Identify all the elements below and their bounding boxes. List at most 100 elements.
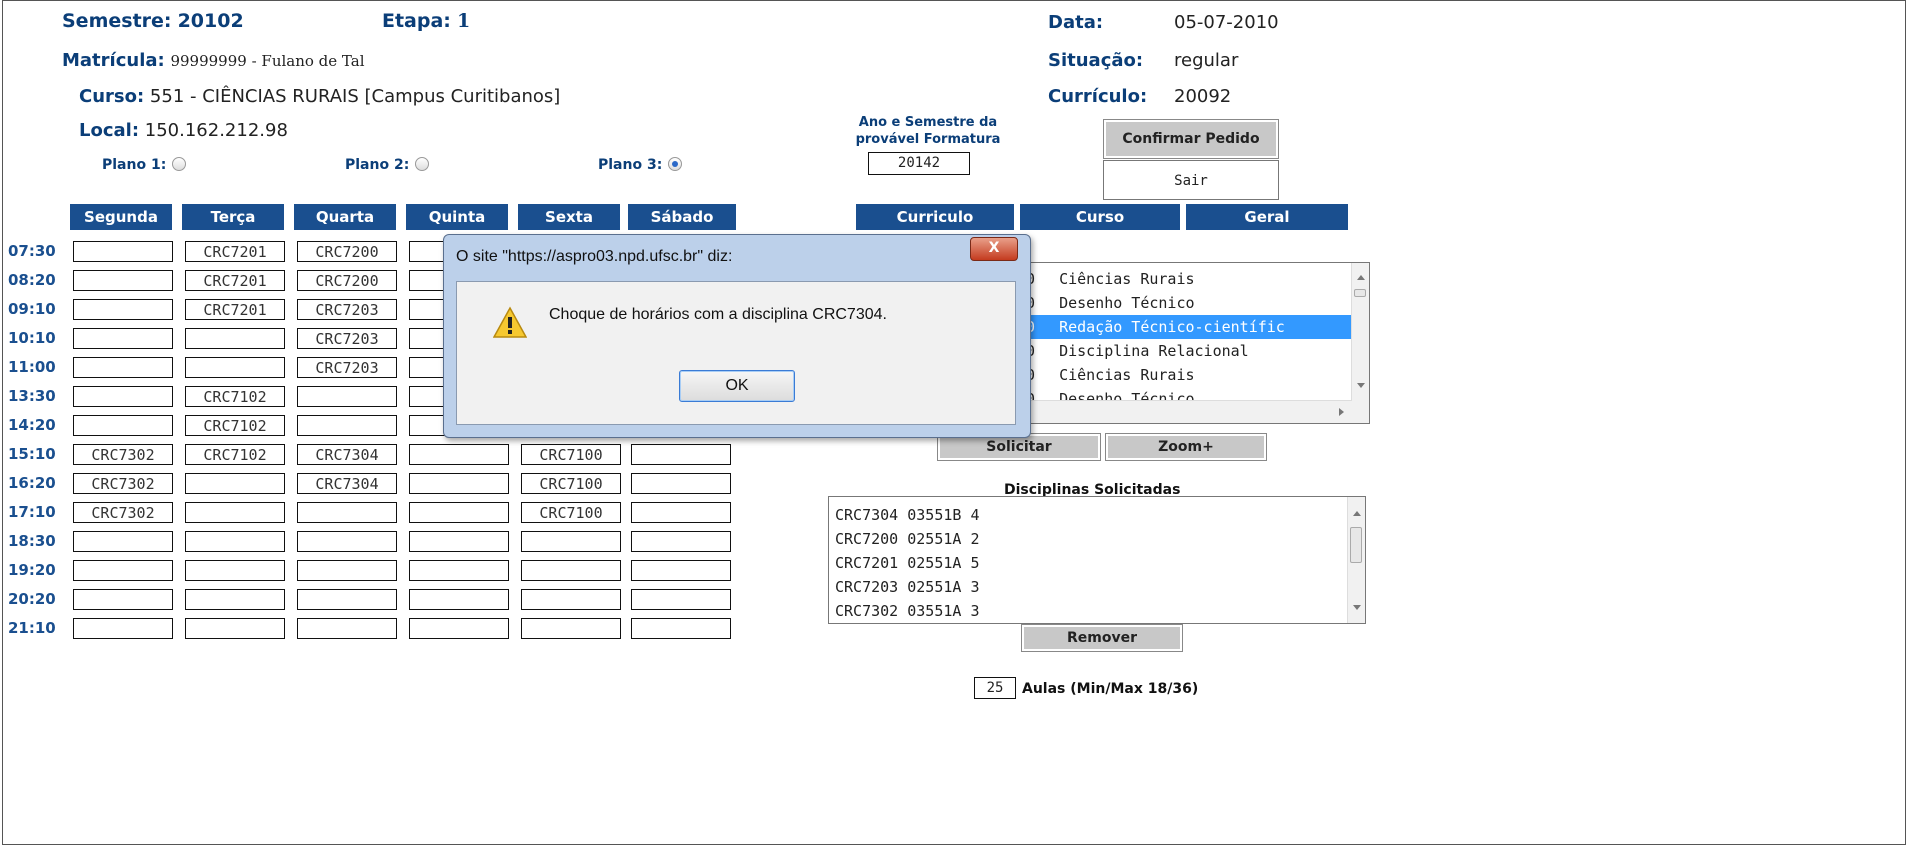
schedule-cell[interactable] [185, 473, 285, 494]
plano2-radio[interactable] [415, 157, 430, 171]
disciplina-list-item[interactable]: 30Desenho Técnico [1011, 291, 1354, 315]
schedule-cell[interactable] [521, 618, 621, 639]
listbox-vertical-scrollbar[interactable] [1351, 263, 1369, 423]
schedule-cell[interactable] [185, 531, 285, 552]
disciplina-list-item[interactable]: 30Redação Técnico-científic [1011, 315, 1354, 339]
schedule-cell[interactable]: CRC7203 [297, 328, 397, 349]
schedule-cell[interactable]: CRC7200 [297, 270, 397, 291]
schedule-cell[interactable] [73, 618, 173, 639]
sair-button[interactable]: Sair [1103, 160, 1279, 200]
disciplina-list-item[interactable]: 30Disciplina Relacional [1011, 339, 1354, 363]
scroll-down-icon[interactable] [1353, 605, 1361, 610]
schedule-cell[interactable] [521, 531, 621, 552]
schedule-cell[interactable]: CRC7201 [185, 270, 285, 291]
schedule-cell[interactable] [73, 386, 173, 407]
schedule-cell[interactable] [409, 589, 509, 610]
schedule-cell[interactable] [73, 270, 173, 291]
scroll-down-icon[interactable] [1357, 383, 1365, 388]
schedule-cell[interactable] [73, 357, 173, 378]
solicitada-list-item[interactable]: CRC7201 02551A 5 [835, 551, 980, 575]
schedule-cell[interactable] [631, 531, 731, 552]
schedule-cell[interactable] [73, 328, 173, 349]
plano1-radio[interactable] [172, 157, 187, 171]
schedule-cell[interactable] [73, 299, 173, 320]
schedule-cell[interactable] [409, 531, 509, 552]
schedule-cell[interactable] [409, 560, 509, 581]
schedule-cell[interactable] [297, 560, 397, 581]
schedule-cell[interactable]: CRC7100 [521, 473, 621, 494]
schedule-cell[interactable] [297, 589, 397, 610]
plano3-option[interactable]: Plano 3: [598, 157, 683, 173]
schedule-cell[interactable] [185, 328, 285, 349]
tab-curso[interactable]: Curso [1020, 204, 1180, 230]
schedule-cell[interactable] [297, 386, 397, 407]
plano2-option[interactable]: Plano 2: [345, 157, 430, 173]
confirmar-pedido-button[interactable]: Confirmar Pedido [1103, 119, 1279, 159]
dialog-close-button[interactable]: X [970, 237, 1018, 261]
schedule-cell[interactable] [631, 560, 731, 581]
schedule-cell[interactable] [409, 502, 509, 523]
schedule-cell[interactable]: CRC7201 [185, 241, 285, 262]
schedule-cell[interactable] [631, 473, 731, 494]
schedule-cell[interactable] [409, 473, 509, 494]
schedule-cell[interactable]: CRC7302 [73, 444, 173, 465]
dialog-ok-button[interactable]: OK [679, 370, 795, 402]
schedule-cell[interactable] [409, 618, 509, 639]
schedule-cell[interactable] [631, 589, 731, 610]
schedule-cell[interactable] [409, 444, 509, 465]
schedule-cell[interactable] [521, 560, 621, 581]
scroll-up-icon[interactable] [1357, 275, 1365, 280]
schedule-cell[interactable] [73, 531, 173, 552]
plano1-option[interactable]: Plano 1: [102, 157, 187, 173]
tab-curriculo[interactable]: Curriculo [856, 204, 1014, 230]
schedule-cell[interactable] [631, 444, 731, 465]
schedule-cell[interactable] [185, 560, 285, 581]
solicitada-list-item[interactable]: CRC7302 03551A 3 [835, 599, 980, 623]
scroll-up-icon[interactable] [1353, 511, 1361, 516]
schedule-cell[interactable] [297, 531, 397, 552]
schedule-cell[interactable]: CRC7100 [521, 444, 621, 465]
schedule-cell[interactable]: CRC7102 [185, 386, 285, 407]
schedule-cell[interactable] [73, 560, 173, 581]
disciplina-list-item[interactable]: 30Ciências Rurais [1011, 267, 1354, 291]
schedule-cell[interactable]: CRC7201 [185, 299, 285, 320]
schedule-cell[interactable] [297, 618, 397, 639]
schedule-cell[interactable] [73, 241, 173, 262]
schedule-cell[interactable]: CRC7302 [73, 473, 173, 494]
schedule-cell[interactable]: CRC7302 [73, 502, 173, 523]
schedule-cell[interactable] [631, 502, 731, 523]
schedule-cell[interactable] [185, 618, 285, 639]
schedule-cell[interactable]: CRC7200 [297, 241, 397, 262]
scroll-thumb[interactable] [1350, 527, 1362, 563]
plano3-radio[interactable] [668, 157, 683, 171]
solicitadas-scrollbar[interactable] [1347, 497, 1365, 623]
solicitada-list-item[interactable]: CRC7304 03551B 4 [835, 503, 980, 527]
schedule-cell[interactable] [185, 357, 285, 378]
solicitadas-listbox[interactable]: CRC7304 03551B 4 CRC7200 02551A 2 CRC7201 … [828, 496, 1366, 624]
schedule-cell[interactable]: CRC7203 [297, 357, 397, 378]
disciplinas-listbox[interactable]: 30Ciências Rurais30Desenho Técnico30Reda… [1010, 262, 1370, 424]
scroll-right-icon[interactable] [1339, 408, 1344, 416]
schedule-cell[interactable] [73, 589, 173, 610]
formatura-input[interactable]: 20142 [868, 152, 970, 175]
disciplina-list-item[interactable]: 30Ciências Rurais [1011, 363, 1354, 387]
schedule-cell[interactable] [297, 502, 397, 523]
schedule-cell[interactable]: CRC7102 [185, 415, 285, 436]
schedule-cell[interactable]: CRC7203 [297, 299, 397, 320]
remover-button[interactable]: Remover [1021, 624, 1183, 652]
schedule-cell[interactable]: CRC7304 [297, 444, 397, 465]
schedule-cell[interactable]: CRC7304 [297, 473, 397, 494]
schedule-cell[interactable] [631, 618, 731, 639]
schedule-cell[interactable]: CRC7102 [185, 444, 285, 465]
solicitada-list-item[interactable]: CRC7200 02551A 2 [835, 527, 980, 551]
schedule-cell[interactable]: CRC7100 [521, 502, 621, 523]
schedule-cell[interactable] [185, 589, 285, 610]
solicitada-list-item[interactable]: CRC7203 02551A 3 [835, 575, 980, 599]
schedule-cell[interactable] [73, 415, 173, 436]
scroll-thumb[interactable] [1354, 289, 1366, 297]
schedule-cell[interactable] [185, 502, 285, 523]
zoom-button[interactable]: Zoom+ [1105, 433, 1267, 461]
tab-geral[interactable]: Geral [1186, 204, 1348, 230]
schedule-cell[interactable] [521, 589, 621, 610]
schedule-cell[interactable] [297, 415, 397, 436]
